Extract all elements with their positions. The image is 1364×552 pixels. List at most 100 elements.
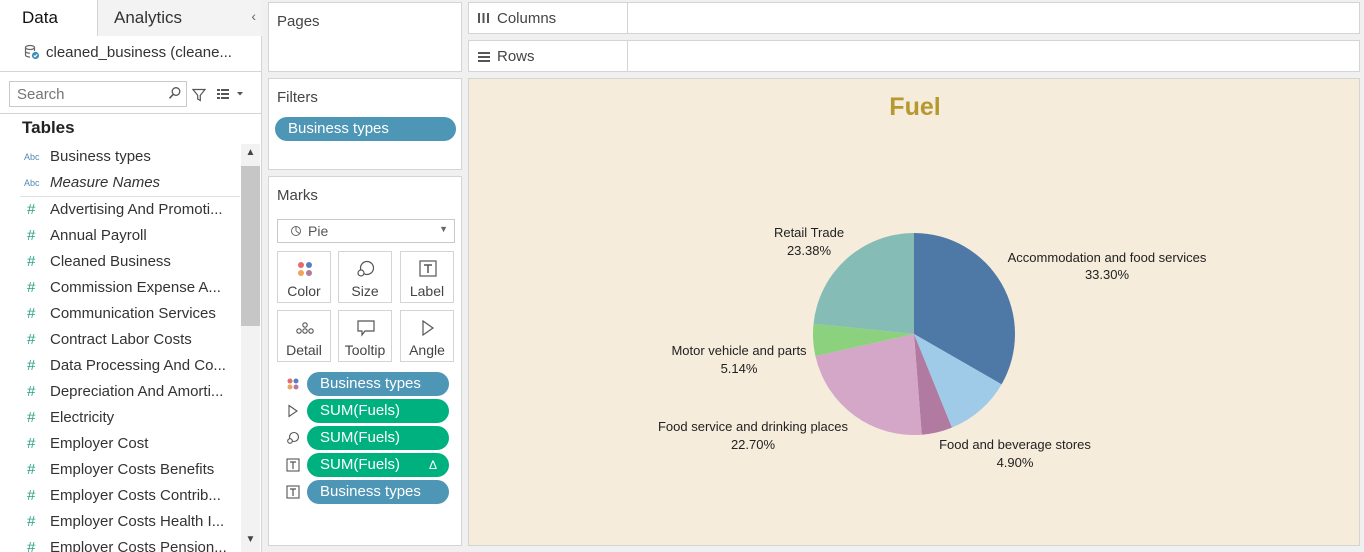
field-name: Business types <box>50 148 151 165</box>
field-item[interactable]: # Communication Services <box>0 301 240 327</box>
field-item[interactable]: # Data Processing And Co... <box>0 353 240 379</box>
number-type-icon: # <box>27 201 36 218</box>
size-button[interactable]: Size <box>338 251 392 303</box>
field-name: Electricity <box>50 409 115 426</box>
label-button[interactable]: Label <box>400 251 454 303</box>
worksheet-view[interactable]: Fuel Accommodation and food services 33.… <box>468 78 1360 546</box>
field-list: Abc Business types Abc Measure Names # Adve… <box>0 144 240 552</box>
string-type-icon: Abc <box>24 178 40 188</box>
shelf-divider <box>627 41 628 71</box>
pie-label-value: 4.90% <box>997 455 1034 470</box>
field-name: Depreciation And Amorti... <box>50 383 224 400</box>
view-options-icon[interactable] <box>216 88 246 100</box>
columns-label: Columns <box>497 10 557 27</box>
field-item[interactable]: # Annual Payroll <box>0 223 240 249</box>
tab-data[interactable]: Data <box>0 0 97 36</box>
mark-pill-business-types-color[interactable]: Business types <box>307 372 449 396</box>
field-name: Cleaned Business <box>50 253 171 270</box>
field-name: Data Processing And Co... <box>50 357 226 374</box>
field-item[interactable]: Abc Measure Names <box>0 170 240 196</box>
angle-button[interactable]: Angle <box>400 310 454 362</box>
filter-pill-business-types[interactable]: Business types <box>275 117 456 141</box>
pie-label-name: Motor vehicle and parts <box>671 343 807 358</box>
search-icon[interactable] <box>168 86 182 100</box>
field-name: Commission Expense A... <box>50 279 221 296</box>
field-item[interactable]: # Cleaned Business <box>0 249 240 275</box>
color-icon <box>298 262 312 276</box>
field-name: Employer Costs Health I... <box>50 513 225 530</box>
pie-label-value: 23.38% <box>787 243 832 258</box>
number-type-icon: # <box>27 227 36 244</box>
scroll-up-icon[interactable]: ▲ <box>241 147 260 161</box>
string-type-icon: Abc <box>24 152 40 162</box>
field-item[interactable]: # Advertising And Promoti... <box>0 197 240 223</box>
filters-shelf[interactable]: Filters Business types <box>268 78 462 170</box>
scroll-thumb[interactable] <box>241 166 260 326</box>
field-item[interactable]: # Depreciation And Amorti... <box>0 379 240 405</box>
label-icon <box>286 485 300 499</box>
shelf-divider <box>627 3 628 33</box>
number-type-icon: # <box>27 383 36 400</box>
datasource-icon <box>24 44 40 60</box>
number-type-icon: # <box>27 513 36 530</box>
datasource-row[interactable]: cleaned_business (cleane... <box>0 36 262 72</box>
detail-icon <box>296 322 314 334</box>
number-type-icon: # <box>27 539 36 552</box>
field-item[interactable]: # Employer Costs Benefits <box>0 457 240 483</box>
data-pane: Data Analytics ‹ cleaned_business (clean… <box>0 0 262 552</box>
field-item[interactable]: # Electricity <box>0 405 240 431</box>
field-name: Measure Names <box>50 174 161 191</box>
field-item[interactable]: # Commission Expense A... <box>0 275 240 301</box>
field-item[interactable]: # Employer Costs Health I... <box>0 509 240 535</box>
marks-card: Marks Pie ▼ Color Size Label Detail Tool… <box>268 176 462 546</box>
mark-pill-business-types-label[interactable]: Business types <box>307 480 449 504</box>
tab-analytics[interactable]: Analytics <box>97 0 262 36</box>
label-icon <box>419 260 437 277</box>
detail-button[interactable]: Detail <box>277 310 331 362</box>
rows-shelf[interactable]: Rows <box>468 40 1360 72</box>
collapse-pane-icon[interactable]: ‹ <box>251 8 256 24</box>
field-name: Advertising And Promoti... <box>50 201 223 218</box>
tooltip-button[interactable]: Tooltip <box>338 310 392 362</box>
number-type-icon: # <box>27 435 36 452</box>
pie-label-name: Accommodation and food services <box>1008 250 1207 265</box>
field-name: Communication Services <box>50 305 216 322</box>
columns-icon <box>478 13 489 23</box>
number-type-icon: # <box>27 279 36 296</box>
color-icon <box>287 378 299 390</box>
scroll-down-icon[interactable]: ▼ <box>241 534 260 548</box>
field-name: Employer Cost <box>50 435 149 452</box>
field-item[interactable]: Abc Business types <box>0 144 240 170</box>
mark-field-row: SUM(Fuels) <box>269 399 463 423</box>
pie-chart: Accommodation and food services 33.30% F… <box>658 225 1207 470</box>
field-item[interactable]: # Contract Labor Costs <box>0 327 240 353</box>
mark-pill-sum-fuels-angle[interactable]: SUM(Fuels) <box>307 399 449 423</box>
mark-field-row: SUM(Fuels) Δ <box>269 453 463 477</box>
filter-icon[interactable] <box>192 88 206 102</box>
mark-pill-sum-fuels-size[interactable]: SUM(Fuels) <box>307 426 449 450</box>
field-item[interactable]: # Employer Costs Pension... <box>0 535 240 552</box>
mark-field-row: Business types <box>269 480 463 504</box>
tooltip-label: Tooltip <box>344 342 386 358</box>
color-label: Color <box>287 283 321 299</box>
size-label: Size <box>351 283 379 299</box>
label-label: Label <box>409 283 445 299</box>
search-input[interactable] <box>9 81 187 107</box>
mark-type-dropdown[interactable]: Pie ▼ <box>277 219 455 243</box>
field-item[interactable]: # Employer Cost <box>0 431 240 457</box>
mark-field-row: Business types <box>269 372 463 396</box>
tooltip-icon <box>357 320 375 337</box>
field-name: Annual Payroll <box>50 227 147 244</box>
field-item[interactable]: # Employer Costs Contrib... <box>0 483 240 509</box>
mark-pill-sum-fuels-label[interactable]: SUM(Fuels) Δ <box>307 453 449 477</box>
field-name: Employer Costs Benefits <box>50 461 215 478</box>
number-type-icon: # <box>27 305 36 322</box>
pages-shelf[interactable]: Pages <box>268 2 462 72</box>
columns-shelf[interactable]: Columns <box>468 2 1360 34</box>
field-name: Employer Costs Contrib... <box>50 487 221 504</box>
color-button[interactable]: Color <box>277 251 331 303</box>
label-icon <box>286 458 300 472</box>
pie-label-name: Food service and drinking places <box>658 419 849 434</box>
field-name: Employer Costs Pension... <box>50 539 227 552</box>
pie-label-value: 5.14% <box>721 361 758 376</box>
